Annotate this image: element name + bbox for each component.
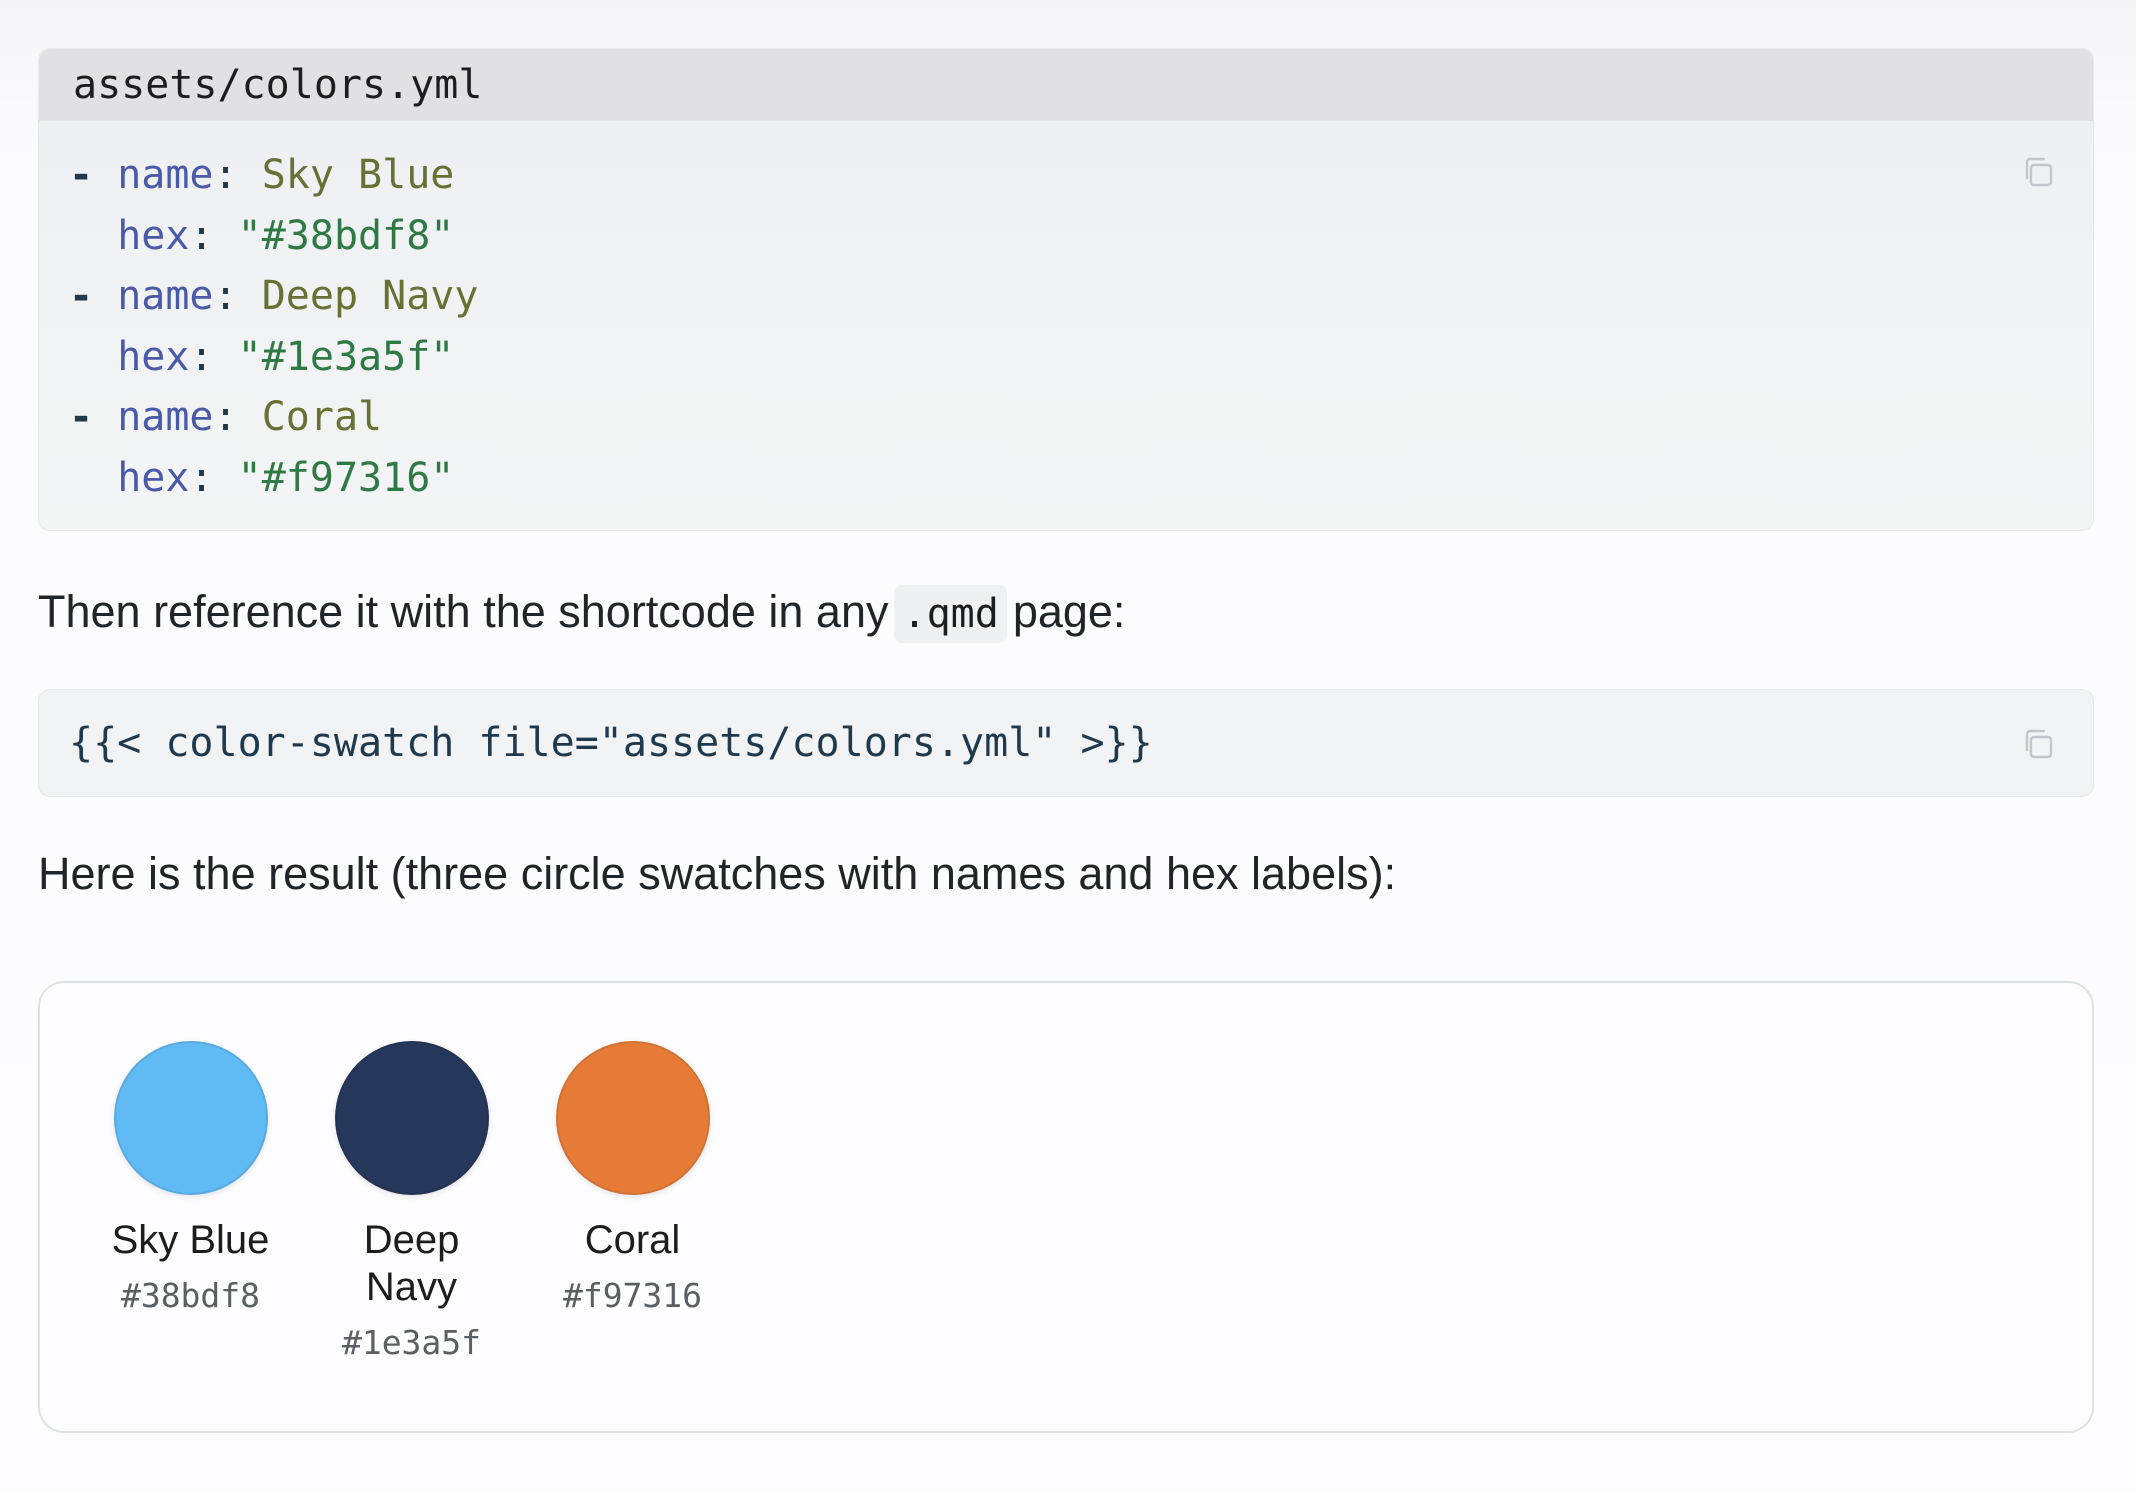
- code-line: hex: "#f97316": [69, 448, 2063, 509]
- yaml-colon: :: [213, 152, 238, 198]
- yaml-list-dash: -: [69, 394, 94, 440]
- shortcode-code-block[interactable]: {{< color-swatch file="assets/colors.yml…: [38, 689, 2094, 797]
- yaml-value: "#f97316": [237, 454, 455, 501]
- yaml-list-dash: -: [69, 152, 94, 198]
- swatch-name: Deep Navy: [363, 1218, 460, 1309]
- swatch-name: Sky Blue: [111, 1218, 270, 1262]
- yaml-colon: :: [213, 394, 238, 440]
- color-swatch: Coral #f97316: [522, 1041, 743, 1362]
- yaml-key: hex: [117, 454, 190, 501]
- yaml-key: name: [117, 273, 214, 319]
- intro-paragraph: Then reference it with the shortcode in …: [38, 581, 2094, 643]
- yaml-value: Sky Blue: [261, 152, 455, 198]
- yaml-value: "#38bdf8": [237, 212, 455, 259]
- page-content: assets/colors.yml - name: Sky Blue hex: …: [38, 48, 2094, 1433]
- copy-icon: [2025, 157, 2053, 187]
- yaml-key: name: [117, 152, 214, 198]
- color-swatch: Sky Blue #38bdf8: [80, 1041, 301, 1362]
- yaml-list-dash: [69, 213, 93, 259]
- yaml-list-dash: -: [69, 273, 94, 319]
- swatch-row: Sky Blue #38bdf8 Deep Navy #1e3a5f Coral #f97…: [80, 1041, 743, 1362]
- code-block-colors-yml: assets/colors.yml - name: Sky Blue hex: …: [38, 48, 2094, 531]
- swatch-circle: [555, 1041, 710, 1195]
- copy-button[interactable]: [2019, 725, 2057, 763]
- result-paragraph: Here is the result (three circle swatche…: [38, 848, 1397, 899]
- paragraph-text-before: Then reference it with the shortcode in …: [38, 586, 889, 637]
- yaml-key: name: [117, 394, 214, 440]
- swatch-name: Coral: [584, 1218, 681, 1262]
- copy-icon: [2025, 729, 2053, 759]
- color-swatch-card: Sky Blue #38bdf8 Deep Navy #1e3a5f Coral #f97…: [38, 981, 2094, 1433]
- code-line: - name: Deep Navy: [69, 266, 2063, 327]
- yaml-value: "#1e3a5f": [237, 333, 455, 380]
- code-line: - name: Coral: [69, 387, 2063, 448]
- swatch-hex-label: #1e3a5f: [341, 1323, 482, 1362]
- yaml-value: Deep Navy: [261, 273, 479, 319]
- code-body[interactable]: - name: Sky Blue hex: "#38bdf8" - name: D…: [39, 121, 2093, 530]
- yaml-key: hex: [117, 212, 190, 259]
- swatch-circle: [113, 1041, 268, 1195]
- swatch-hex-label: #f97316: [562, 1276, 703, 1315]
- yaml-key: hex: [117, 333, 190, 380]
- copy-button[interactable]: [2019, 153, 2057, 191]
- yaml-colon: :: [213, 273, 238, 319]
- yaml-colon: :: [189, 212, 214, 259]
- inline-code-qmd: .qmd: [894, 585, 1007, 643]
- yaml-list-dash: [69, 334, 93, 380]
- yaml-colon: :: [189, 333, 214, 380]
- swatch-circle: [334, 1041, 489, 1195]
- color-swatch: Deep Navy #1e3a5f: [301, 1041, 522, 1362]
- code-line: hex: "#1e3a5f": [69, 327, 2063, 388]
- code-line: - name: Sky Blue: [69, 145, 2063, 206]
- yaml-value: Coral: [261, 394, 383, 440]
- yaml-list-dash: [69, 455, 93, 501]
- swatch-hex-label: #38bdf8: [120, 1276, 261, 1315]
- yaml-colon: :: [189, 454, 214, 501]
- code-line: hex: "#38bdf8": [69, 206, 2063, 267]
- code-filename: assets/colors.yml: [39, 49, 2093, 121]
- paragraph-text-after: page:: [1012, 586, 1126, 637]
- shortcode-text: {{< color-swatch file="assets/colors.yml…: [69, 720, 1153, 766]
